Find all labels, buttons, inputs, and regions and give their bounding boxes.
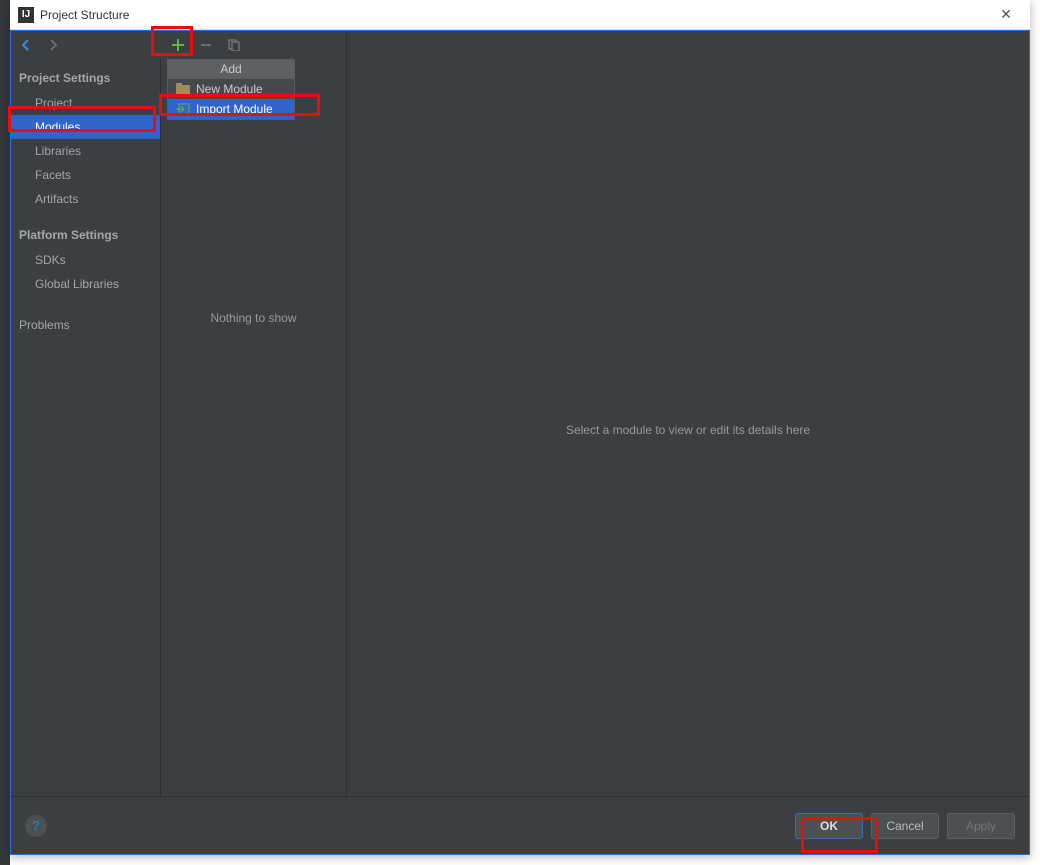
popup-title: Add bbox=[168, 60, 294, 79]
add-popup-menu: Add New Module Import Module bbox=[167, 59, 295, 120]
nothing-to-show-text: Nothing to show bbox=[161, 311, 346, 325]
module-detail-placeholder: Select a module to view or edit its deta… bbox=[566, 423, 810, 437]
folder-icon bbox=[176, 82, 190, 96]
module-detail-panel: Select a module to view or edit its deta… bbox=[347, 31, 1029, 829]
sidebar-item-facets[interactable]: Facets bbox=[11, 163, 160, 187]
titlebar-title: Project Structure bbox=[40, 8, 990, 22]
apply-button: Apply bbox=[947, 813, 1015, 839]
remove-module-button[interactable] bbox=[195, 34, 217, 56]
sidebar-item-global-libraries[interactable]: Global Libraries bbox=[11, 272, 160, 296]
copy-module-button[interactable] bbox=[223, 34, 245, 56]
import-icon bbox=[176, 102, 190, 116]
sidebar: Project Settings Project Modules Librari… bbox=[11, 59, 161, 829]
popup-item-import-module[interactable]: Import Module bbox=[168, 99, 294, 119]
dialog-body: Project Settings Project Modules Librari… bbox=[10, 30, 1030, 855]
project-structure-dialog: IJ Project Structure ✕ Project Settings … bbox=[10, 0, 1030, 855]
back-button[interactable] bbox=[17, 35, 37, 55]
sidebar-item-sdks[interactable]: SDKs bbox=[11, 248, 160, 272]
sidebar-item-artifacts[interactable]: Artifacts bbox=[11, 187, 160, 211]
ok-button[interactable]: OK bbox=[795, 813, 863, 839]
sidebar-item-project[interactable]: Project bbox=[11, 91, 160, 115]
editor-gutter-behind bbox=[0, 0, 10, 865]
sidebar-item-problems[interactable]: Problems bbox=[11, 296, 160, 338]
add-module-button[interactable] bbox=[167, 34, 189, 56]
sidebar-heading-project-settings: Project Settings bbox=[11, 59, 160, 91]
module-list-panel: Nothing to show bbox=[161, 31, 347, 829]
dialog-bottom-bar: ? OK Cancel Apply bbox=[11, 796, 1029, 854]
close-icon[interactable]: ✕ bbox=[990, 1, 1022, 29]
forward-button[interactable] bbox=[43, 35, 63, 55]
cancel-button[interactable]: Cancel bbox=[871, 813, 939, 839]
sidebar-item-libraries[interactable]: Libraries bbox=[11, 139, 160, 163]
help-button[interactable]: ? bbox=[25, 815, 47, 837]
sidebar-item-modules[interactable]: Modules bbox=[11, 115, 160, 139]
popup-item-label: Import Module bbox=[196, 102, 273, 116]
sidebar-heading-platform-settings: Platform Settings bbox=[11, 211, 160, 248]
module-list-toolbar bbox=[161, 31, 346, 59]
popup-item-new-module[interactable]: New Module bbox=[168, 79, 294, 99]
titlebar[interactable]: IJ Project Structure ✕ bbox=[10, 0, 1030, 30]
app-icon: IJ bbox=[18, 7, 34, 23]
popup-item-label: New Module bbox=[196, 82, 263, 96]
